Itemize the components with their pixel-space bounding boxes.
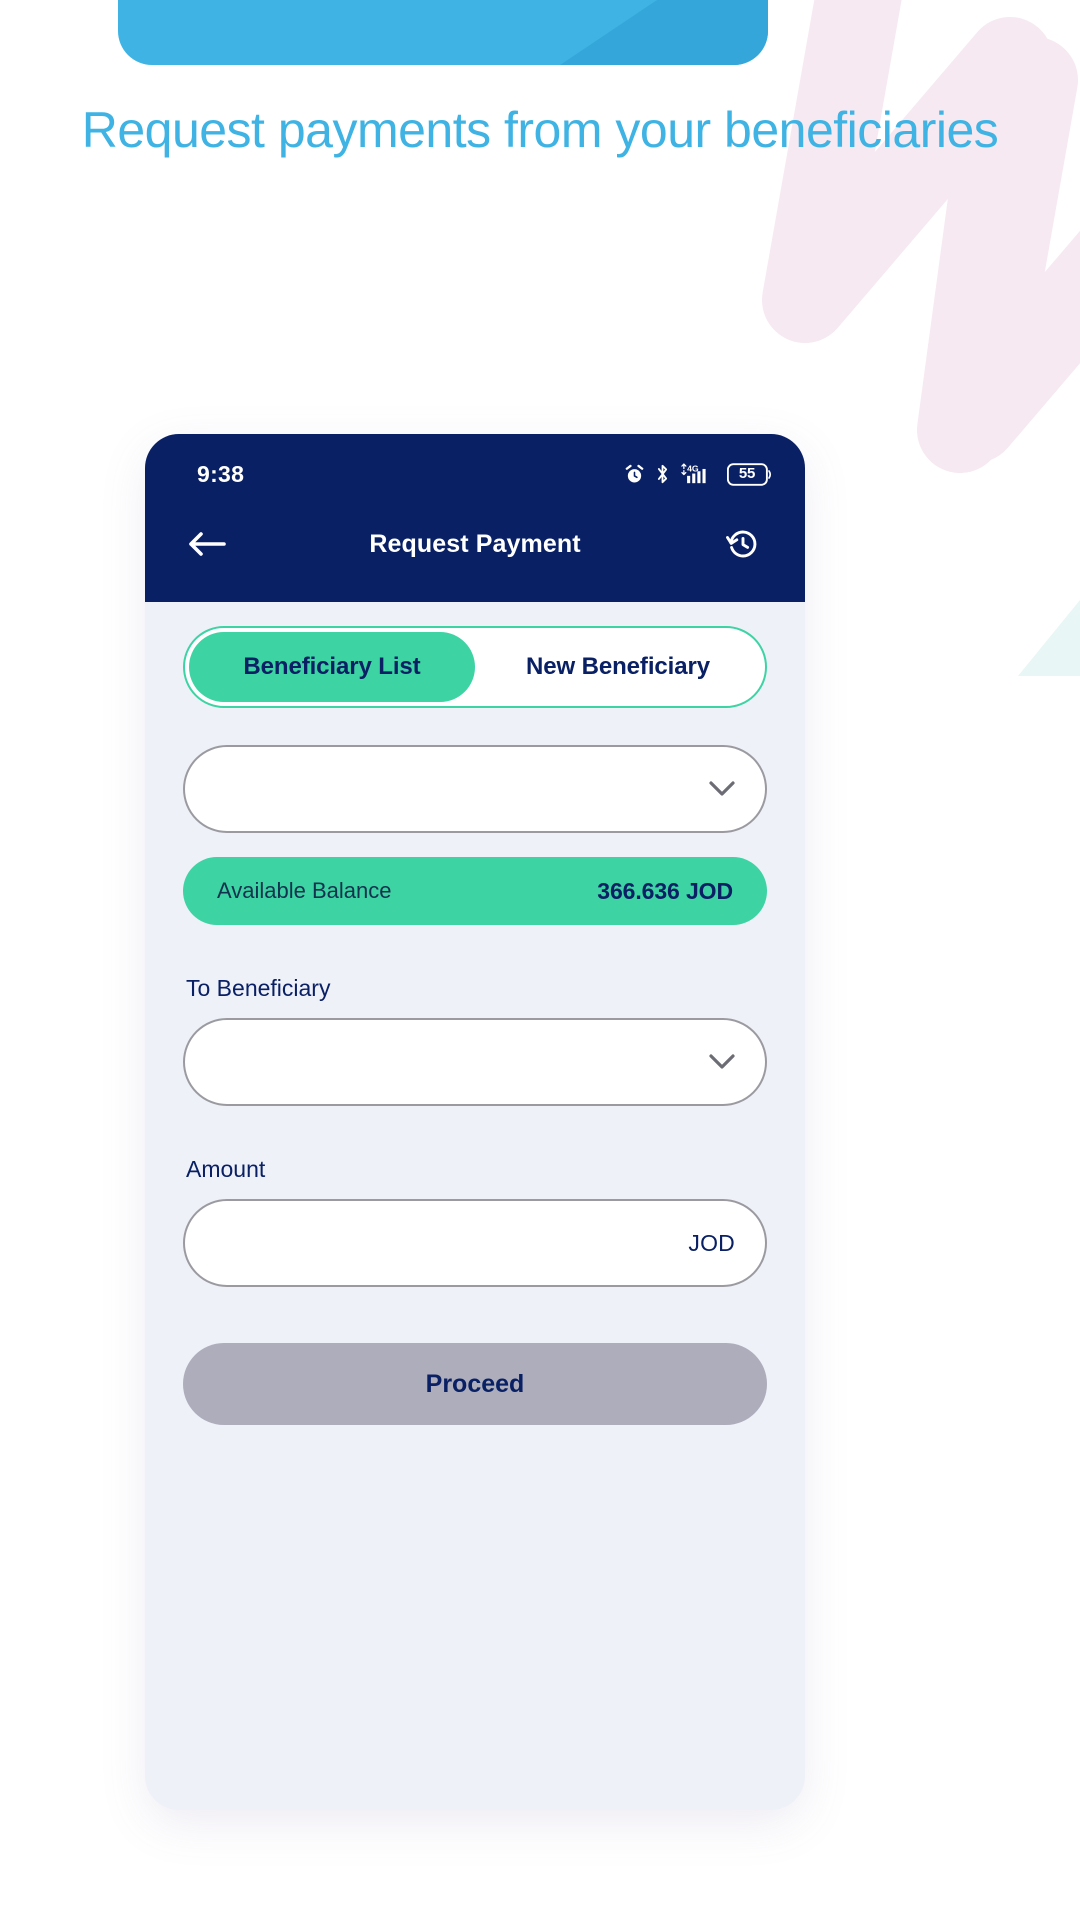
page-headline: Request payments from your beneficiaries xyxy=(81,102,999,158)
phone-dark-top: 9:38 4G 55 Request Payment xyxy=(145,434,805,602)
app-bar: Request Payment xyxy=(145,492,805,596)
pink-swoosh-pattern xyxy=(762,0,1080,473)
screen-body: Beneficiary List New Beneficiary Availab… xyxy=(145,626,805,1425)
tab-new-beneficiary-label: New Beneficiary xyxy=(526,653,710,680)
arrow-left-icon xyxy=(189,532,226,556)
history-button[interactable] xyxy=(719,520,767,568)
svg-text:4G: 4G xyxy=(687,464,699,474)
available-balance-value: 366.636 JOD xyxy=(597,877,733,904)
available-balance-pill: Available Balance 366.636 JOD xyxy=(183,857,767,925)
amount-input[interactable]: JOD xyxy=(183,1199,767,1287)
alarm-clock-icon xyxy=(625,464,644,482)
phone-mockup: 9:38 4G 55 Request Payment Beneficiary L… xyxy=(145,434,805,1810)
tab-new-beneficiary[interactable]: New Beneficiary xyxy=(475,632,761,702)
teal-corner-accent xyxy=(1018,600,1080,676)
proceed-button[interactable]: Proceed xyxy=(183,1343,767,1425)
to-beneficiary-label: To Beneficiary xyxy=(186,975,331,1001)
chevron-down-icon xyxy=(709,1054,735,1069)
history-clock-icon xyxy=(726,530,757,558)
status-bar: 9:38 4G 55 xyxy=(145,434,805,492)
battery-level-text: 55 xyxy=(738,465,756,482)
bluetooth-icon xyxy=(657,464,668,484)
signal-bars-icon: 4G xyxy=(681,463,706,484)
tab-beneficiary-list-label: Beneficiary List xyxy=(243,653,421,680)
available-balance-label: Available Balance xyxy=(217,878,392,903)
to-beneficiary-select[interactable] xyxy=(183,1018,767,1106)
page-title: Request Payment xyxy=(369,529,581,558)
battery-indicator: 55 xyxy=(727,462,773,486)
tab-beneficiary-list[interactable]: Beneficiary List xyxy=(189,632,475,702)
back-button[interactable] xyxy=(183,520,231,568)
status-icons-group: 4G 55 xyxy=(624,462,773,486)
amount-currency-suffix: JOD xyxy=(688,1229,735,1256)
beneficiary-tabs: Beneficiary List New Beneficiary xyxy=(183,626,767,708)
amount-label: Amount xyxy=(186,1156,266,1182)
chevron-down-icon xyxy=(709,781,735,796)
status-time: 9:38 xyxy=(197,460,245,487)
account-select[interactable] xyxy=(183,745,767,833)
